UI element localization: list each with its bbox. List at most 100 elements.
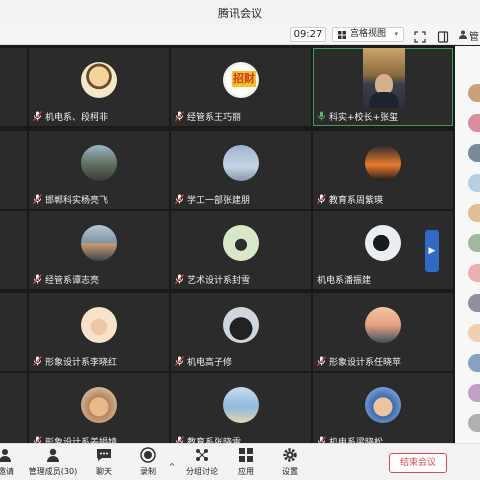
participant-avatar: [223, 225, 259, 261]
participant-avatar: [81, 145, 117, 181]
participant-tile[interactable]: 经管系谭志亮: [29, 211, 169, 289]
participant-tile[interactable]: 艺术设计系封雪: [171, 211, 311, 289]
chat-button[interactable]: 聊天: [92, 447, 116, 477]
view-mode-label: 宫格视图: [350, 29, 387, 39]
participant-name: 机电系潘振建: [317, 276, 372, 286]
participant-avatar: 招财: [223, 62, 259, 98]
participant-tile[interactable]: 机电系梁晓松: [313, 373, 453, 443]
participant-avatar: [365, 387, 401, 423]
chevron-right-icon: ▶: [428, 246, 436, 256]
participant-list-avatar[interactable]: [468, 84, 480, 102]
participant-avatar: [81, 307, 117, 343]
participant-tile[interactable]: 形象设计系任晓苹: [313, 293, 453, 371]
participant-name: 艺术设计系封雪: [175, 273, 250, 286]
participant-name: 机电高子修: [175, 355, 232, 368]
participant-avatar: [365, 307, 401, 343]
record-options-caret[interactable]: ^: [167, 454, 177, 473]
add-user-icon: [0, 449, 11, 462]
participant-list-avatar[interactable]: [468, 324, 480, 342]
participant-tile[interactable]: 教育系张晓雪: [171, 373, 311, 443]
participant-tile[interactable]: 科实+校长+张玺: [313, 48, 453, 126]
participant-avatar: [81, 225, 117, 261]
end-meeting-button[interactable]: 结束会议: [389, 453, 447, 473]
participant-list-avatar[interactable]: [468, 114, 480, 132]
title-bar: 腾讯会议: [0, 0, 480, 24]
video-grid: 机电系、段柯非 招财 经管系王巧丽 科实+校长+张玺 邯郸科实杨亮飞 学工一部张建朋 教育系…: [0, 46, 455, 443]
participant-avatar: [223, 145, 259, 181]
record-label: 录制: [140, 467, 156, 476]
participant-list-avatar[interactable]: [468, 384, 480, 402]
gear-icon: [283, 448, 297, 462]
microphone-muted-icon: [317, 194, 329, 206]
participant-name: 教育系周紫瑛: [317, 193, 383, 206]
invite-button[interactable]: 邀请: [0, 447, 16, 477]
breakout-label: 分组讨论: [186, 467, 218, 476]
participant-list-avatar[interactable]: [468, 204, 480, 222]
next-page-button[interactable]: ▶: [425, 230, 439, 272]
participant-tile[interactable]: [0, 293, 27, 371]
manage-members-button[interactable]: 管理成员(30): [28, 447, 78, 477]
participant-tile[interactable]: [0, 131, 27, 209]
fullscreen-icon[interactable]: [414, 28, 426, 43]
participant-tile[interactable]: 形象设计系姜娟婧: [29, 373, 169, 443]
settings-button[interactable]: 设置: [280, 447, 300, 477]
participant-list-avatar[interactable]: [468, 174, 480, 192]
participant-list-avatar[interactable]: [468, 144, 480, 162]
breakout-rooms-button[interactable]: 分组讨论: [184, 447, 220, 477]
participant-list-avatar[interactable]: [468, 294, 480, 312]
participant-tile[interactable]: 机电高子修: [171, 293, 311, 371]
microphone-muted-icon: [33, 356, 45, 368]
participant-avatar: [223, 307, 259, 343]
participant-avatar: [81, 387, 117, 423]
participant-tile[interactable]: [0, 373, 27, 443]
apps-label: 应用: [238, 467, 254, 476]
participant-tile[interactable]: 招财经管系王巧丽: [171, 48, 311, 126]
chevron-up-icon: ^: [168, 462, 176, 471]
participant-tile[interactable]: 教育系周紫瑛: [313, 131, 453, 209]
participant-list-avatar[interactable]: [468, 354, 480, 372]
apps-button[interactable]: 应用: [236, 447, 256, 477]
participant-tile[interactable]: 机电系、段柯非: [29, 48, 169, 126]
microphone-muted-icon: [175, 356, 187, 368]
participant-name: 机电系、段柯非: [33, 110, 108, 123]
participant-list-avatar[interactable]: [468, 414, 480, 432]
participant-avatar: [223, 387, 259, 423]
participant-list-strip[interactable]: [455, 46, 480, 443]
participant-tile[interactable]: 形象设计系李晓红: [29, 293, 169, 371]
microphone-muted-icon: [175, 194, 187, 206]
participant-avatar: [81, 62, 117, 98]
participant-name: 科实+校长+张玺: [317, 110, 398, 123]
manage-members-header[interactable]: 管: [457, 24, 480, 45]
window-title: 腾讯会议: [218, 7, 262, 20]
participant-name: 形象设计系李晓红: [33, 355, 117, 368]
microphone-muted-icon: [175, 111, 187, 123]
chevron-down-icon: ▾: [394, 30, 398, 38]
meeting-window: 腾讯会议 09:27 宫格视图 ▾ 管 机电系、段柯非 招财 经管系王巧丽 科实+校长…: [0, 0, 480, 480]
participant-tile[interactable]: [0, 48, 27, 126]
microphone-icon: [317, 111, 329, 123]
participant-list-avatar[interactable]: [468, 234, 480, 252]
participant-tile[interactable]: 学工一部张建朋: [171, 131, 311, 209]
microphone-muted-icon: [33, 274, 45, 286]
breakout-icon: [196, 449, 208, 461]
participant-avatar: [365, 225, 401, 261]
sidebar-toggle-icon[interactable]: [437, 28, 449, 43]
apps-icon: [239, 448, 253, 462]
participant-name: 机电系梁晓松: [317, 435, 383, 443]
participant-name: 邯郸科实杨亮飞: [33, 193, 108, 206]
participant-name: 形象设计系姜娟婧: [33, 435, 117, 443]
grid-icon: [338, 31, 346, 39]
participant-name: 经管系王巧丽: [175, 110, 241, 123]
top-toolbar: 09:27 宫格视图 ▾ 管: [0, 24, 480, 45]
manage-members-title: 管: [469, 32, 479, 43]
record-button[interactable]: 录制: [136, 447, 160, 477]
chat-icon: [97, 449, 111, 461]
microphone-muted-icon: [33, 111, 45, 123]
participant-list-avatar[interactable]: [468, 264, 480, 282]
participant-tile[interactable]: [0, 211, 27, 289]
participant-video: [363, 48, 405, 108]
view-mode-dropdown[interactable]: 宫格视图 ▾: [332, 27, 404, 42]
participant-tile[interactable]: 邯郸科实杨亮飞: [29, 131, 169, 209]
microphone-muted-icon: [33, 194, 45, 206]
record-icon: [140, 447, 156, 463]
